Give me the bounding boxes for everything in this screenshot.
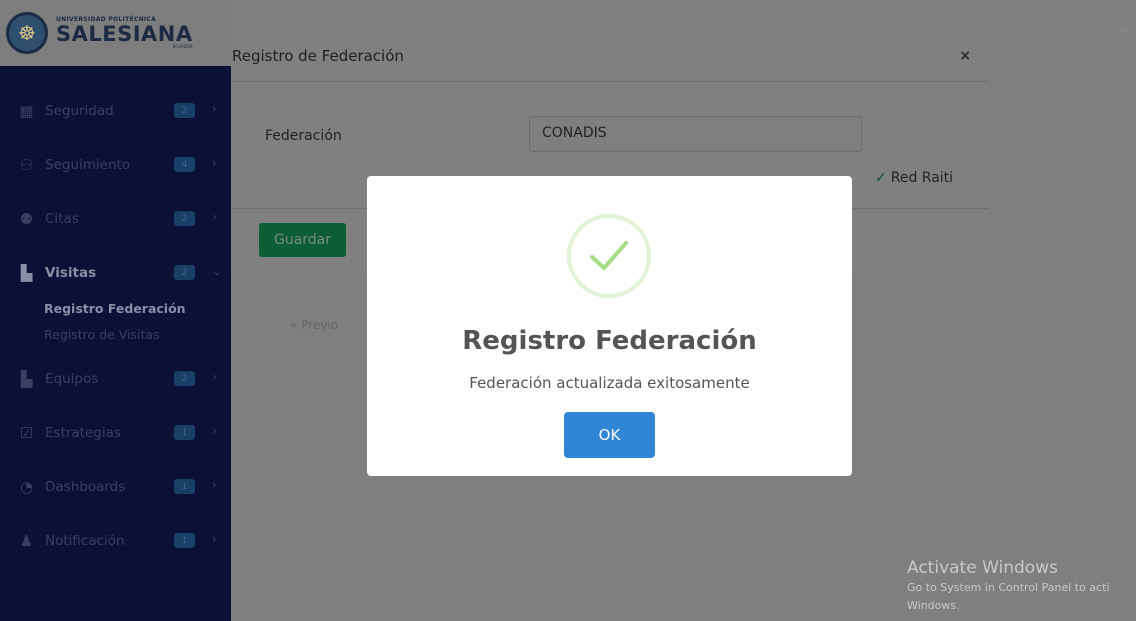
watermark-line2: Windows. bbox=[907, 598, 960, 612]
gauge-icon: ◔ bbox=[19, 478, 34, 496]
chevron-right-icon: › bbox=[212, 102, 217, 116]
mail-icon[interactable]: ✉ bbox=[1121, 24, 1130, 37]
sidebar-item-seguimiento[interactable]: ⚇ Seguimiento 4 › bbox=[0, 138, 231, 192]
dialog-message: Federación actualizada exitosamente bbox=[469, 374, 750, 392]
sidebar-item-notificacion[interactable]: ♟ Notificación 1 › bbox=[0, 514, 231, 568]
sidebar-item-visitas[interactable]: ▙ Visitas 2 ⌄ bbox=[0, 246, 231, 300]
sidebar-item-label: Seguridad bbox=[45, 103, 114, 119]
guardar-button[interactable]: Guardar bbox=[259, 223, 346, 257]
watermark-line1: Go to System in Control Panel to acti bbox=[907, 581, 1110, 594]
close-icon[interactable]: × bbox=[959, 48, 971, 64]
binoculars-icon: ⚇ bbox=[19, 156, 34, 174]
logo-country: ECUADOR bbox=[172, 44, 193, 49]
ok-button[interactable]: OK bbox=[564, 412, 655, 458]
logo[interactable]: ☸ UNIVERSIDAD POLITÉCNICA SALESIANA ECUA… bbox=[0, 0, 231, 66]
logo-name: SALESIANA bbox=[56, 22, 193, 46]
sidebar: ☸ UNIVERSIDAD POLITÉCNICA SALESIANA ECUA… bbox=[0, 0, 231, 621]
sidebar-item-citas[interactable]: ⚉ Citas 2 › bbox=[0, 192, 231, 246]
chevron-down-icon: ⌄ bbox=[212, 264, 223, 278]
people-icon: ⚉ bbox=[19, 210, 34, 228]
count-badge: 1 bbox=[174, 479, 195, 494]
count-badge: 4 bbox=[174, 157, 195, 172]
checklist-icon: ☑ bbox=[19, 424, 34, 442]
federacion-label: Federación bbox=[265, 128, 342, 144]
sidebar-item-label: Citas bbox=[45, 211, 79, 227]
checkmark-icon: ✓ bbox=[875, 170, 887, 186]
sidebar-item-label: Seguimiento bbox=[45, 157, 131, 173]
sidebar-item-label: Estrategias bbox=[45, 425, 121, 441]
success-dialog: Registro Federación Federación actualiza… bbox=[367, 176, 852, 476]
bell-icon: ♟ bbox=[19, 532, 34, 550]
count-badge: 1 bbox=[174, 425, 195, 440]
watermark-title: Activate Windows bbox=[907, 558, 1058, 578]
success-check-icon bbox=[567, 214, 651, 298]
sidebar-item-seguridad[interactable]: ▦ Seguridad 2 › bbox=[0, 84, 231, 138]
count-badge: 2 bbox=[174, 211, 195, 226]
chevron-right-icon: › bbox=[212, 370, 217, 384]
chevron-right-icon: › bbox=[212, 478, 217, 492]
grid-icon: ▦ bbox=[19, 102, 34, 120]
chevron-right-icon: › bbox=[212, 532, 217, 546]
dialog-title: Registro Federación bbox=[462, 326, 757, 356]
sidebar-item-dashboards[interactable]: ◔ Dashboards 1 › bbox=[0, 460, 231, 514]
submenu-item-registro-visitas[interactable]: Registro de Visitas bbox=[44, 322, 231, 348]
sidebar-item-estrategias[interactable]: ☑ Estrategias 1 › bbox=[0, 406, 231, 460]
university-emblem-icon: ☸ bbox=[6, 12, 48, 54]
sidebar-item-label: Notificación bbox=[45, 533, 125, 549]
map-icon: ▙ bbox=[20, 370, 33, 388]
federacion-input[interactable]: CONADIS bbox=[529, 116, 862, 152]
chevron-right-icon: › bbox=[212, 424, 217, 438]
visitas-submenu: Registro Federación Registro de Visitas bbox=[0, 296, 231, 348]
validation-message: ✓ Red Raiti bbox=[875, 170, 954, 186]
previous-page-link[interactable]: « Previo bbox=[290, 318, 338, 332]
sidebar-item-label: Visitas bbox=[45, 265, 97, 281]
count-badge: 2 bbox=[174, 371, 195, 386]
sidebar-item-label: Equipos bbox=[45, 371, 99, 387]
chevron-right-icon: › bbox=[212, 156, 217, 170]
sidebar-menu: ▦ Seguridad 2 › ⚇ Seguimiento 4 › ⚉ Cita… bbox=[0, 66, 231, 568]
sidebar-item-equipos[interactable]: ▙ Equipos 2 › bbox=[0, 352, 231, 406]
modal-title: Registro de Federación bbox=[232, 46, 404, 65]
count-badge: 2 bbox=[174, 103, 195, 118]
windows-activation-watermark: Activate Windows Go to System in Control… bbox=[907, 558, 1109, 614]
map-icon: ▙ bbox=[20, 264, 33, 282]
chevron-right-icon: › bbox=[212, 210, 217, 224]
sidebar-item-label: Dashboards bbox=[45, 479, 126, 495]
count-badge: 1 bbox=[174, 533, 195, 548]
count-badge: 2 bbox=[174, 265, 195, 280]
